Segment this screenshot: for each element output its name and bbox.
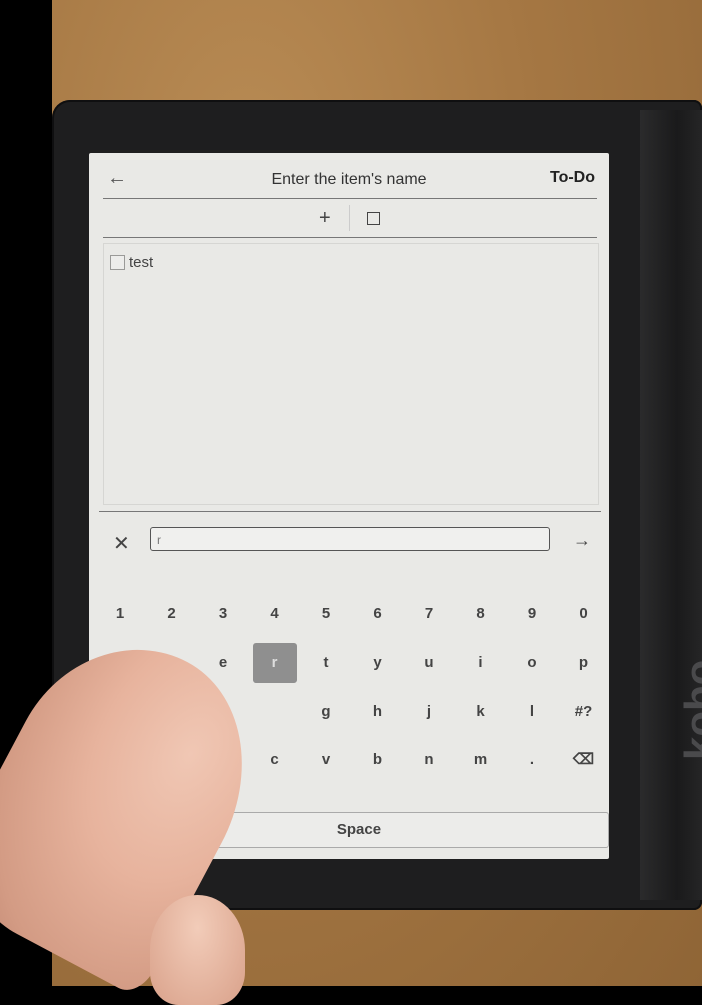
keyboard-key[interactable]: 3 xyxy=(201,594,245,634)
keyboard-key[interactable]: h xyxy=(356,692,400,732)
keyboard-key[interactable]: g xyxy=(304,692,348,732)
keyboard-key[interactable]: 0 xyxy=(562,594,606,634)
keyboard-key[interactable]: 9 xyxy=(510,594,554,634)
item-checkbox[interactable] xyxy=(110,255,125,270)
keyboard-key[interactable]: r xyxy=(252,643,297,683)
checkbox-toggle-icon[interactable] xyxy=(367,212,380,225)
backspace-icon[interactable]: ⌫ xyxy=(562,740,606,780)
item-name-input[interactable]: r xyxy=(150,527,550,551)
keyboard-key[interactable]: u xyxy=(407,643,451,683)
header-divider xyxy=(103,198,597,199)
keyboard-key[interactable]: 8 xyxy=(459,594,503,634)
device-brand: kobo xyxy=(676,659,702,760)
keyboard-key[interactable]: 6 xyxy=(356,594,400,634)
keyboard-key[interactable]: 7 xyxy=(407,594,451,634)
header: ← Enter the item's name To-Do xyxy=(89,153,609,201)
item-label: test xyxy=(129,254,154,271)
keyboard-key[interactable]: 4 xyxy=(253,594,297,634)
keyboard-key[interactable]: c xyxy=(253,740,297,780)
add-item-button[interactable]: + xyxy=(319,207,331,230)
keyboard-key[interactable]: v xyxy=(304,740,348,780)
keyboard-key[interactable]: #? xyxy=(562,692,606,732)
keyboard-key[interactable]: m xyxy=(459,740,503,780)
keyboard-key[interactable]: . xyxy=(510,740,554,780)
keyboard-key[interactable]: l xyxy=(510,692,554,732)
device-spine xyxy=(640,110,702,900)
app-label: To-Do xyxy=(549,169,595,186)
todo-list: test xyxy=(103,243,599,505)
keyboard-key[interactable]: y xyxy=(356,643,400,683)
keyboard-key[interactable]: t xyxy=(304,643,348,683)
keyboard-key[interactable]: 1 xyxy=(98,594,142,634)
keyboard-key[interactable]: n xyxy=(407,740,451,780)
toolbar-divider xyxy=(103,237,597,238)
finger-knuckle xyxy=(150,895,245,1005)
toolbar-separator xyxy=(349,205,350,231)
keyboard-key[interactable]: i xyxy=(459,643,503,683)
keyboard-key[interactable]: 2 xyxy=(150,594,194,634)
keyboard-key[interactable]: p xyxy=(562,643,606,683)
page-title: Enter the item's name xyxy=(271,171,427,188)
keyboard-key[interactable]: 5 xyxy=(304,594,348,634)
submit-arrow-icon[interactable]: → xyxy=(573,530,591,551)
keyboard-key[interactable]: o xyxy=(510,643,554,683)
list-item[interactable]: test xyxy=(110,254,153,271)
list-divider xyxy=(99,511,601,512)
keyboard-key[interactable]: k xyxy=(459,692,503,732)
keyboard-key[interactable]: j xyxy=(407,692,451,732)
keyboard-key[interactable]: b xyxy=(356,740,400,780)
close-icon[interactable]: ✕ xyxy=(113,531,130,556)
